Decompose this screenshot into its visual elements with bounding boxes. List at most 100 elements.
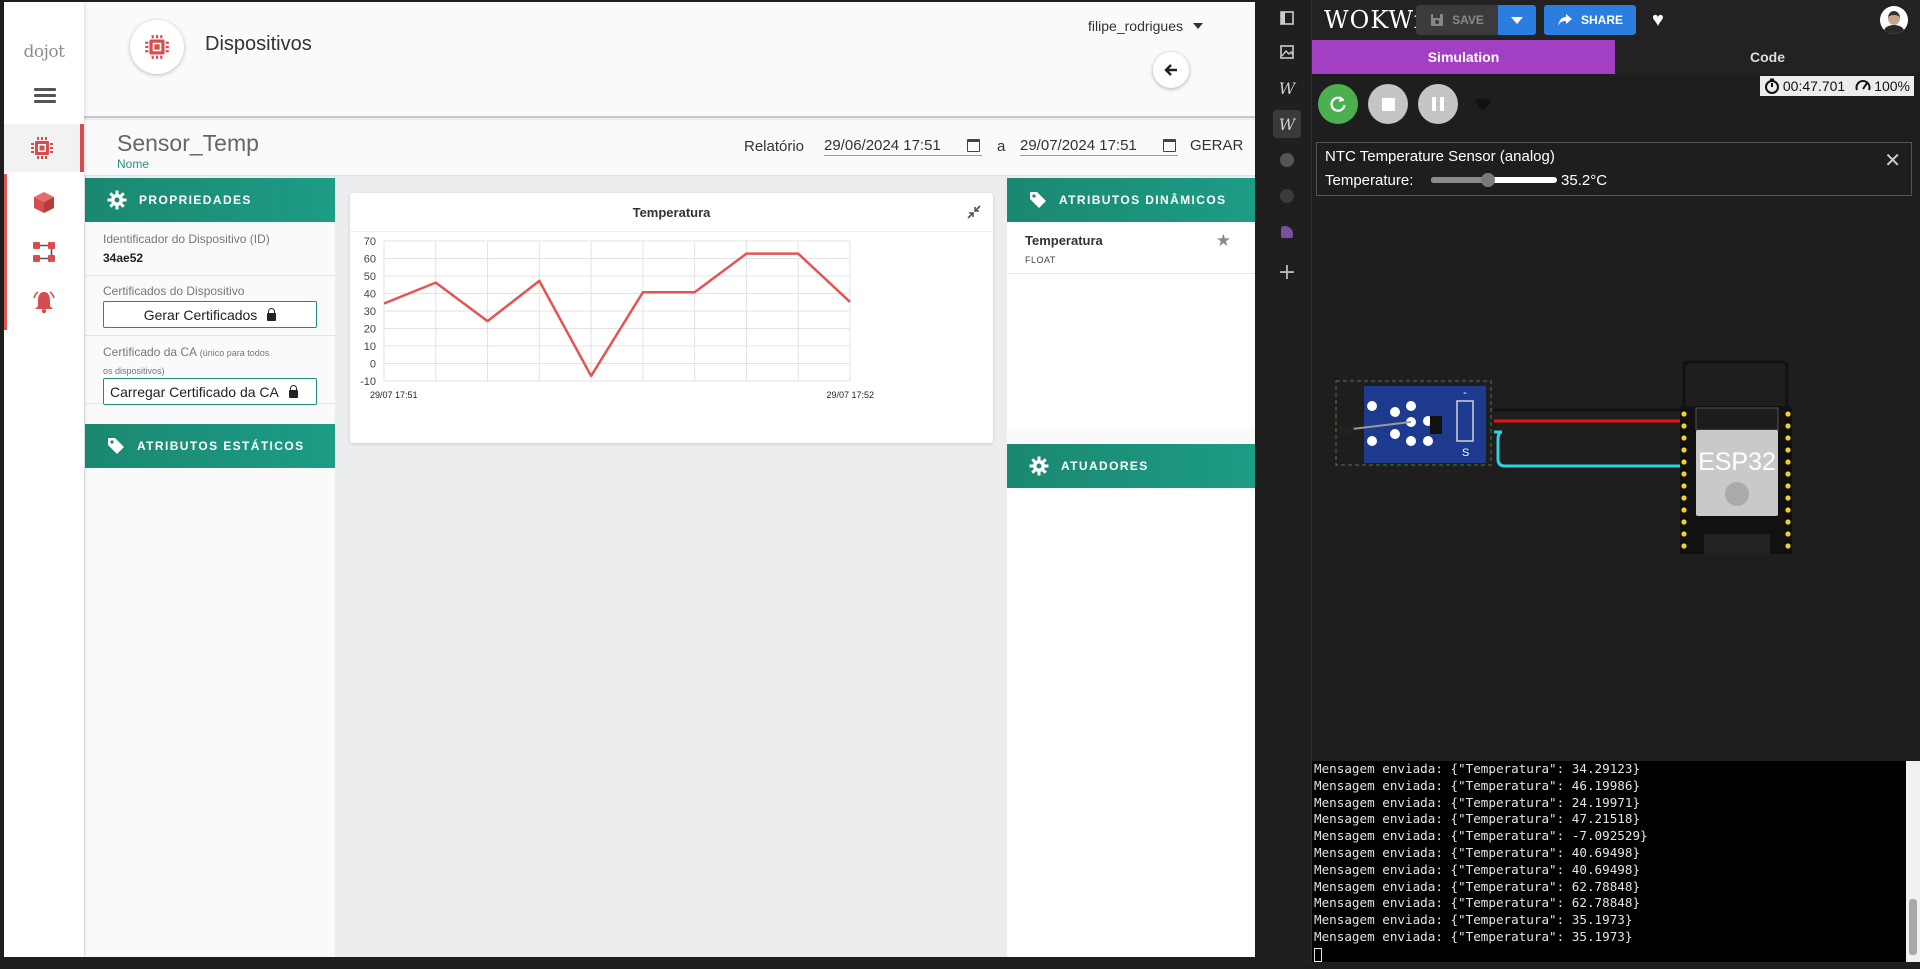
restart-button[interactable]: [1318, 84, 1358, 124]
tab-code[interactable]: Code: [1615, 40, 1920, 74]
y-tick-label: 20: [364, 324, 376, 336]
save-label: SAVE: [1452, 13, 1484, 27]
flow-icon: [33, 242, 55, 262]
serial-line: Mensagem enviada: {"Temperatura": 47.215…: [1314, 811, 1641, 827]
y-tick-label: 70: [364, 236, 376, 248]
temperature-slider[interactable]: [1431, 173, 1557, 187]
nav-flows[interactable]: [4, 228, 84, 276]
share-button[interactable]: SHARE: [1544, 5, 1636, 35]
sensor-minus-label: -: [1463, 387, 1467, 399]
device-id-label: Identificador do Dispositivo (ID): [103, 232, 270, 246]
calendar-icon[interactable]: [1163, 139, 1176, 152]
speedometer-icon: [1855, 80, 1871, 91]
dojot-window: dojot Dispositivos filipe_rodrigues Sens…: [4, 2, 1255, 957]
x-tick-label-start: 29/07 17:51: [370, 390, 418, 400]
dynamic-attr-row[interactable]: Temperatura FLOAT ★: [1007, 222, 1255, 274]
serial-line: Mensagem enviada: {"Temperatura": 40.694…: [1314, 844, 1641, 860]
stop-button[interactable]: [1368, 84, 1408, 124]
avatar[interactable]: [1880, 6, 1908, 34]
date-separator: a: [997, 138, 1006, 155]
tab-simulation[interactable]: Simulation: [1312, 40, 1615, 74]
device-id-value: 34ae52: [103, 251, 144, 265]
pause-icon: [1432, 97, 1444, 111]
serial-line: Mensagem enviada: {"Temperatura": 46.199…: [1314, 777, 1641, 793]
pause-button[interactable]: [1418, 84, 1458, 124]
static-attrs-title: ATRIBUTOS ESTÁTICOS: [137, 439, 305, 453]
scrollbar-thumb[interactable]: [1909, 899, 1917, 955]
date-to-field[interactable]: 29/07/2024 17:51: [1020, 137, 1178, 156]
serial-scrollbar[interactable]: [1906, 761, 1920, 962]
page-title: Dispositivos: [205, 33, 312, 55]
static-attrs-header: ATRIBUTOS ESTÁTICOS: [85, 424, 335, 468]
upload-ca-label: Carregar Certificado da CA: [110, 383, 279, 400]
esp32-chips: [1704, 534, 1770, 554]
date-to-value: 29/07/2024 17:51: [1020, 137, 1137, 154]
wokwi-w-active-icon[interactable]: W: [1273, 110, 1301, 138]
plus-icon[interactable]: +: [1273, 258, 1301, 286]
properties-column: PROPRIEDADES Identificador do Dispositiv…: [85, 178, 335, 957]
upload-ca-button[interactable]: Carregar Certificado da CA: [103, 378, 317, 405]
serial-monitor[interactable]: Mensagem enviada: {"Temperatura": 34.291…: [1312, 761, 1906, 962]
menu-icon[interactable]: [34, 88, 56, 104]
close-icon[interactable]: ✕: [1884, 148, 1901, 173]
nav-rail: dojot: [4, 2, 84, 957]
image-icon[interactable]: [1273, 38, 1301, 66]
ca-cert-block: Certificado da CA (único para todos os d…: [85, 336, 335, 405]
stop-icon: [1381, 97, 1395, 111]
back-button[interactable]: [1153, 52, 1189, 88]
lock-icon: [267, 307, 277, 321]
star-icon[interactable]: ★: [1216, 231, 1231, 251]
heart-icon[interactable]: ♥: [1652, 9, 1664, 32]
actuators-header: ATUADORES: [1007, 444, 1255, 488]
speed-value: 100%: [1874, 78, 1910, 94]
wire-cyan[interactable]: [1494, 430, 1684, 468]
timer-value: 00:47.701: [1782, 78, 1846, 94]
sim-timer: 00:47.701 100%: [1759, 76, 1914, 96]
wifi-icon: [1475, 98, 1491, 111]
popup-value: 35.2°C: [1561, 172, 1608, 189]
github-icon[interactable]: [1273, 182, 1301, 210]
share-label: SHARE: [1580, 13, 1623, 27]
device-id-block: Identificador do Dispositivo (ID) 34ae52: [85, 222, 335, 276]
nav-alarms[interactable]: [4, 278, 84, 326]
y-tick-label: 0: [370, 359, 376, 371]
wokwi-w-icon[interactable]: W: [1273, 74, 1301, 102]
save-options-button[interactable]: [1498, 5, 1536, 35]
series-line: [383, 252, 851, 378]
attributes-column: ATRIBUTOS DINÂMICOS Temperatura FLOAT ★ …: [1007, 178, 1255, 957]
wokwi-header: WOKWi SAVE SHARE ♥: [1312, 0, 1920, 40]
popup-label: Temperature:: [1325, 172, 1414, 189]
device-name-label: Nome: [117, 157, 150, 171]
wokwi-logo[interactable]: WOKWi: [1324, 6, 1422, 34]
chevron-down-icon: [1193, 23, 1203, 29]
y-tick-label: 30: [364, 306, 376, 318]
unicorn-icon[interactable]: [1273, 218, 1301, 246]
actuators-title: ATUADORES: [1061, 459, 1149, 473]
calendar-icon[interactable]: [967, 139, 980, 152]
circle-icon[interactable]: [1273, 146, 1301, 174]
serial-line: Mensagem enviada: {"Temperatura": 62.788…: [1314, 878, 1641, 894]
simulation-canvas[interactable]: 00:47.701 100% NTC Temperature Sensor (a…: [1312, 74, 1920, 761]
lock-icon: [288, 384, 298, 398]
generate-certs-button[interactable]: Gerar Certificados: [103, 301, 317, 328]
user-menu[interactable]: filipe_rodrigues: [1088, 18, 1203, 34]
slider-knob[interactable]: [1480, 173, 1495, 187]
collapse-icon[interactable]: [967, 205, 981, 222]
nav-templates[interactable]: [4, 178, 84, 226]
date-from-field[interactable]: 29/06/2024 17:51: [824, 137, 982, 156]
stopwatch-icon: [1764, 78, 1779, 94]
circuit-diagram: - S ESP32: [1335, 360, 1792, 554]
save-button[interactable]: SAVE: [1416, 5, 1498, 35]
nav-devices[interactable]: [4, 124, 84, 172]
user-name: filipe_rodrigues: [1088, 18, 1183, 34]
device-name: Sensor_Temp: [117, 130, 259, 156]
window-icon[interactable]: [1273, 4, 1301, 32]
serial-line: Mensagem enviada: {"Temperatura": 62.788…: [1314, 895, 1641, 911]
dojot-logo: dojot: [23, 42, 65, 62]
chip-icon: [145, 35, 169, 59]
sensor-control-popup: NTC Temperature Sensor (analog) Temperat…: [1316, 142, 1912, 196]
generate-button[interactable]: GERAR: [1190, 137, 1243, 154]
actuators-body: [1007, 488, 1255, 957]
wokwi-tabs: Simulation Code: [1312, 40, 1920, 74]
tag-icon: [108, 438, 124, 454]
